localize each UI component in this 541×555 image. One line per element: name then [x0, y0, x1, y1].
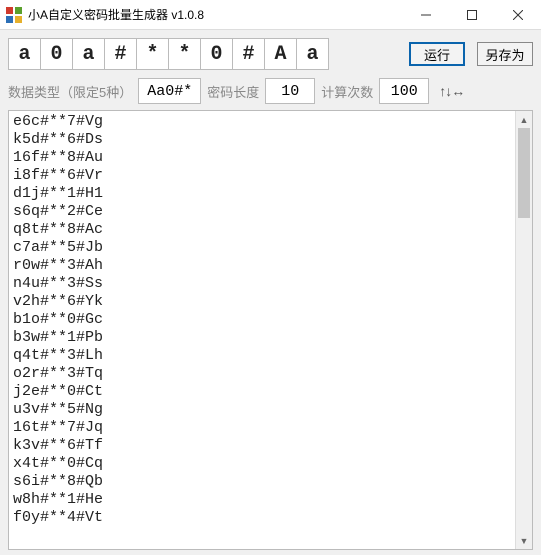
output-text[interactable]: e6c#**7#Vg k5d#**6#Ds 16f#**8#Au i8f#**6…	[9, 111, 515, 549]
titlebar: 小A自定义密码批量生成器 v1.0.8	[0, 0, 541, 30]
type-cell-5[interactable]: *	[168, 38, 201, 70]
scroll-thumb[interactable]	[518, 128, 530, 218]
window-title: 小A自定义密码批量生成器 v1.0.8	[28, 6, 403, 23]
type-cell-4[interactable]: *	[136, 38, 169, 70]
type-cell-1[interactable]: 0	[40, 38, 73, 70]
pwd-length-field[interactable]: 10	[265, 78, 315, 104]
scroll-up-icon[interactable]: ▲	[516, 111, 532, 128]
type-cell-6[interactable]: 0	[200, 38, 233, 70]
calc-count-label: 计算次数	[321, 82, 373, 101]
scroll-down-icon[interactable]: ▼	[516, 532, 532, 549]
sort-arrows-icon[interactable]: ↑↓↔	[439, 83, 464, 99]
run-button[interactable]: 运行	[409, 42, 465, 66]
type-cell-8[interactable]: A	[264, 38, 297, 70]
minimize-button[interactable]	[403, 0, 449, 29]
type-cell-9[interactable]: a	[296, 38, 329, 70]
pwd-length-label: 密码长度	[207, 82, 259, 101]
maximize-button[interactable]	[449, 0, 495, 29]
scrollbar[interactable]: ▲ ▼	[515, 111, 532, 549]
settings-row: 数据类型（限定5种） Aa0#* 密码长度 10 计算次数 100 ↑↓↔	[0, 76, 541, 110]
data-type-field[interactable]: Aa0#*	[138, 78, 201, 104]
window-controls	[403, 0, 541, 29]
calc-count-field[interactable]: 100	[379, 78, 429, 104]
data-type-label: 数据类型（限定5种）	[8, 82, 132, 101]
save-as-button[interactable]: 另存为	[477, 42, 533, 66]
type-toolbar: a0a#**0#Aa 运行 另存为	[0, 30, 541, 76]
type-cell-2[interactable]: a	[72, 38, 105, 70]
type-cell-7[interactable]: #	[232, 38, 265, 70]
type-cell-3[interactable]: #	[104, 38, 137, 70]
type-cell-0[interactable]: a	[8, 38, 41, 70]
close-button[interactable]	[495, 0, 541, 29]
output-area: e6c#**7#Vg k5d#**6#Ds 16f#**8#Au i8f#**6…	[8, 110, 533, 550]
app-icon	[6, 7, 22, 23]
